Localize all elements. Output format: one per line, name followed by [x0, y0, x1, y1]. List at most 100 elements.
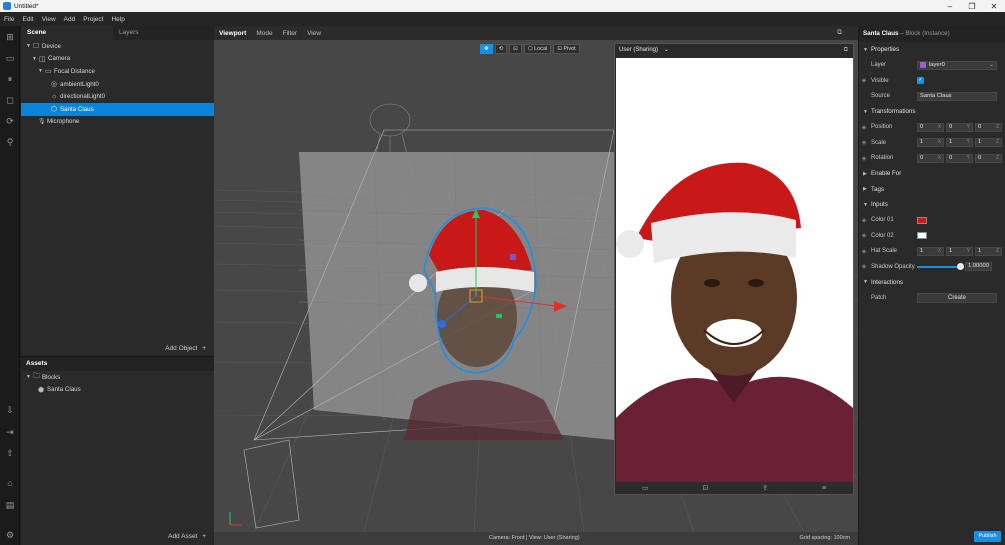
hat-scale-z-input[interactable]: 1Z: [975, 246, 1002, 256]
share-icon[interactable]: ⇪: [762, 484, 768, 492]
rotation-z-input[interactable]: 0Z: [975, 153, 1002, 163]
hat-scale-y-input[interactable]: 1Y: [946, 246, 973, 256]
tree-item-microphone[interactable]: 🎙 Microphone: [21, 116, 214, 129]
color02-swatch[interactable]: [917, 232, 927, 240]
color01-swatch[interactable]: [917, 216, 927, 224]
menu-project[interactable]: Project: [83, 16, 103, 23]
import-icon[interactable]: ⇩: [4, 404, 16, 416]
scale-tool-icon[interactable]: ⊡: [509, 44, 522, 54]
maximize-icon[interactable]: ❐: [961, 2, 983, 11]
section-tags[interactable]: ▶ Tags: [859, 182, 1005, 198]
layer-row: Layer layer0 ⌄: [859, 58, 1005, 74]
keyframe-dot-icon[interactable]: ◈: [859, 217, 869, 224]
menu-filter[interactable]: Filter: [283, 30, 297, 37]
keyframe-dot-icon[interactable]: ◈: [859, 77, 869, 84]
menu-file[interactable]: File: [4, 16, 14, 23]
library-icon[interactable]: ⌂: [4, 477, 16, 489]
shadow-opacity-slider[interactable]: [917, 262, 964, 270]
position-x-input[interactable]: 0X: [917, 122, 944, 132]
rotation-y-input[interactable]: 0Y: [946, 153, 973, 163]
tree-item-ambient-light[interactable]: ◎ ambientLight0: [21, 78, 214, 91]
expand-arrow-icon[interactable]: ▼: [26, 374, 33, 380]
expand-arrow-icon[interactable]: ▼: [26, 43, 33, 49]
chevron-down-icon: ▼: [863, 46, 868, 53]
keyframe-dot-icon[interactable]: ◈: [859, 232, 869, 239]
shadow-opacity-input[interactable]: 1.00000: [965, 262, 992, 272]
create-patch-button[interactable]: Create: [917, 292, 997, 303]
section-enable-for[interactable]: ▶ Enable For: [859, 166, 1005, 182]
tree-item-label: directionalLight0: [60, 93, 106, 101]
tree-item-device[interactable]: ▼ ☐ Device: [21, 40, 214, 53]
rotate-tool-icon[interactable]: ⟲: [494, 44, 508, 54]
device-select[interactable]: User (Sharing): [619, 47, 658, 53]
expand-arrow-icon[interactable]: ▼: [32, 56, 39, 62]
chevron-down-icon[interactable]: ⌄: [664, 47, 669, 53]
section-inputs[interactable]: ▼ Inputs: [859, 197, 1005, 213]
asset-item-blocks[interactable]: ▼ 🗀 Blocks: [21, 371, 214, 384]
scale-z-input[interactable]: 1Z: [975, 138, 1002, 148]
visible-checkbox[interactable]: ✓: [917, 77, 924, 85]
chevron-down-icon: ⌄: [989, 61, 994, 68]
position-z-input[interactable]: 0Z: [975, 122, 1002, 132]
menu-view[interactable]: View: [42, 16, 56, 23]
expand-arrow-icon[interactable]: ▼: [38, 68, 45, 74]
keyframe-dot-icon[interactable]: ◈: [859, 155, 869, 162]
layer-select[interactable]: layer0 ⌄: [917, 60, 997, 70]
gear-icon[interactable]: ⚙: [4, 529, 16, 541]
login-icon[interactable]: ⇥: [4, 426, 16, 438]
menu-edit[interactable]: Edit: [22, 16, 33, 23]
local-space-button[interactable]: ⬡ Local: [523, 44, 552, 54]
grid-icon[interactable]: ▤: [4, 499, 16, 511]
scale-y-input[interactable]: 1Y: [946, 138, 973, 148]
stop-icon[interactable]: ◻: [4, 94, 16, 106]
section-transformations[interactable]: ▼ Transformations: [859, 104, 1005, 120]
position-y-input[interactable]: 0Y: [946, 122, 973, 132]
move-tool-icon[interactable]: ✥: [480, 44, 493, 54]
popout-icon[interactable]: ⧉: [844, 44, 848, 57]
tree-item-focal-distance[interactable]: ▼ ▭ Focal Distance: [21, 65, 214, 78]
section-interactions[interactable]: ▼ Interactions: [859, 275, 1005, 291]
rotation-x-input[interactable]: 0X: [917, 153, 944, 163]
keyframe-dot-icon[interactable]: ◈: [859, 263, 869, 270]
tab-scene[interactable]: Scene: [21, 26, 113, 40]
keyframe-dot-icon[interactable]: ◈: [859, 248, 869, 255]
hat-scale-x-input[interactable]: 1X: [917, 246, 944, 256]
simulator-preview[interactable]: [616, 58, 853, 483]
keyframe-dot-icon[interactable]: ◈: [859, 124, 869, 131]
refresh-icon[interactable]: ⟳: [4, 115, 16, 127]
slider-handle[interactable]: [957, 262, 964, 270]
popout-icon[interactable]: ⧉: [837, 29, 842, 37]
pause-icon[interactable]: ⏸: [4, 73, 16, 85]
menu-mode[interactable]: Mode: [256, 30, 272, 37]
tab-viewport[interactable]: Viewport: [219, 30, 246, 37]
scale-x-input[interactable]: 1X: [917, 138, 944, 148]
add-object-button[interactable]: Add Object +: [165, 345, 206, 352]
close-icon[interactable]: ✕: [983, 2, 1005, 11]
asset-item-santa-claus[interactable]: ⬢ Santa Claus: [21, 384, 214, 397]
tree-item-camera[interactable]: ▼ ◫ Camera: [21, 53, 214, 66]
publish-button[interactable]: Publish: [974, 531, 1001, 542]
section-title: Transformations: [871, 108, 916, 116]
scene-panel-icon[interactable]: ⊞: [4, 31, 16, 43]
tab-layers[interactable]: Layers: [113, 26, 145, 40]
pivot-button[interactable]: ⊡ Pivot: [553, 44, 580, 54]
title-bar: Untitled* – ❐ ✕: [0, 0, 1005, 12]
source-field[interactable]: Santa Claus: [917, 91, 997, 101]
tree-item-directional-light[interactable]: ☼ directionalLight0: [21, 90, 214, 103]
tree-item-santa-claus[interactable]: ⬡ Santa Claus: [21, 102, 214, 116]
menu-help[interactable]: Help: [111, 16, 124, 23]
video-icon[interactable]: ▭: [4, 52, 16, 64]
upload-icon[interactable]: ⇧: [4, 447, 16, 459]
patch-label: Patch: [871, 294, 887, 301]
section-properties[interactable]: ▼ Properties: [859, 42, 1005, 58]
minimize-icon[interactable]: –: [939, 2, 961, 11]
add-asset-button[interactable]: Add Asset +: [168, 533, 206, 540]
menu-icon[interactable]: ≡: [822, 485, 826, 492]
screenshot-icon[interactable]: ⊡: [702, 484, 708, 492]
search-icon[interactable]: ⚲: [4, 136, 16, 148]
menu-add[interactable]: Add: [64, 16, 76, 23]
hat-scale-label: Hat Scale: [871, 248, 898, 255]
keyframe-dot-icon[interactable]: ◈: [859, 139, 869, 146]
menu-view-options[interactable]: View: [307, 30, 321, 37]
record-icon[interactable]: ▭: [642, 484, 649, 492]
